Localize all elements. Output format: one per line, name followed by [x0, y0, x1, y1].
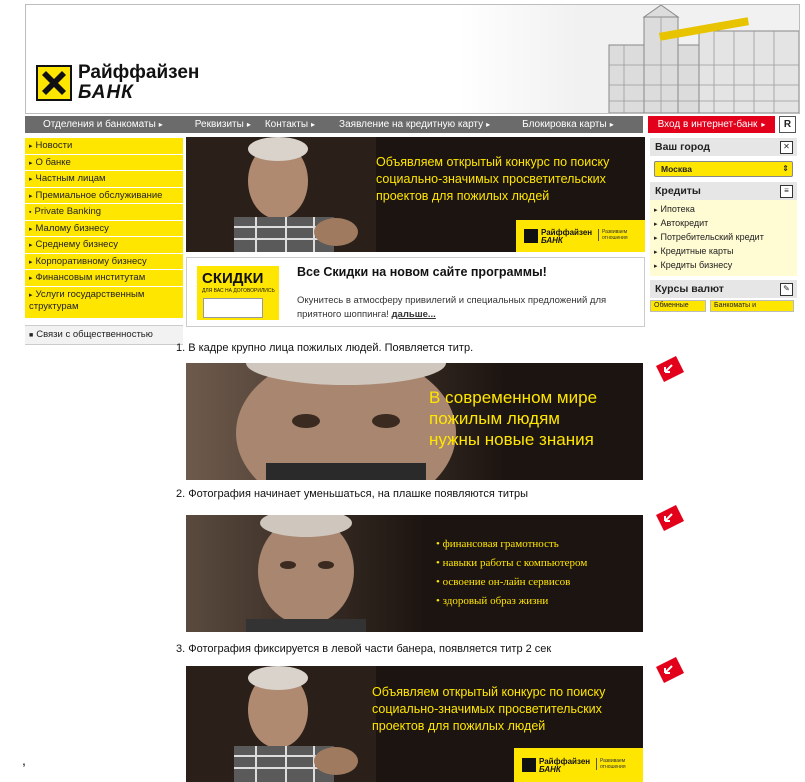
arrow-right-icon: ▸ [29, 143, 33, 150]
arrow-right-icon: ▸ [158, 120, 163, 129]
arrow-right-icon: ▸ [29, 275, 33, 282]
frame3-logo-strip: Райффайзен БАНК Развиваем отношения [514, 748, 643, 782]
document-icon[interactable]: ≡ [780, 185, 793, 198]
internet-bank-login-button[interactable]: Вход в интернет-банк ▸ [648, 116, 775, 133]
red-arrow-tag-icon [656, 505, 684, 531]
close-icon[interactable]: ✕ [780, 141, 793, 154]
nav-credit-card-application[interactable]: Заявление на кредитную карту ▸ [339, 119, 490, 130]
r-icon-button[interactable]: R [779, 116, 796, 133]
arrow-right-icon: ▸ [29, 176, 33, 183]
bank-logo[interactable]: Райффайзен БАНК [36, 59, 204, 107]
logo-x-icon [522, 758, 536, 772]
main-banner[interactable]: Объявляем открытый конкурс по поиску соц… [186, 137, 645, 252]
elderly-man-photo [186, 515, 426, 632]
credits-header: Кредиты ≡ [650, 182, 797, 200]
menu-item-private[interactable]: ▸ Частным лицам [25, 171, 183, 188]
arrow-right-icon: ▸ [29, 159, 33, 167]
arrow-right-icon: ▸ [29, 192, 33, 200]
menu-item-private-banking[interactable]: ▪ Private Banking [25, 204, 183, 221]
arrow-right-icon: ▸ [654, 263, 658, 270]
bullet-icon: ▪ [29, 209, 32, 216]
credit-auto[interactable]: ▸ Автокредит [654, 217, 793, 231]
discounts-text: Окунитесь в атмосферу привилегий и специ… [297, 295, 607, 320]
discounts-block: СКИДКИ ДЛЯ ВАС НА ДОГОВОРИЛИСЬ Все Скидк… [186, 257, 645, 327]
logo-line2: БАНК [78, 82, 134, 103]
frame3-headline: Объявляем открытый конкурс по поиску соц… [372, 685, 606, 733]
credits-list: ▸ Ипотека ▸ Автокредит ▸ Потребительский кр… [650, 200, 797, 276]
city-header: Ваш город ✕ [650, 138, 797, 156]
arrow-right-icon: ▸ [29, 242, 33, 249]
arrow-right-icon: ▸ [609, 120, 614, 129]
nav-branches[interactable]: Отделения и банкоматы ▸ [43, 119, 163, 130]
arrow-right-icon: ▸ [29, 291, 33, 299]
arrow-right-icon: ▸ [486, 120, 491, 129]
red-arrow-tag-icon [656, 657, 684, 683]
rates-header: Курсы валют ✎ [650, 280, 797, 298]
right-column: Ваш город ✕ Москва ⇕ Кредиты ≡ ▸ Ипотека ▸ Ав… [650, 138, 797, 312]
menu-item-pr[interactable]: ■ Связи с общественностью [25, 324, 183, 345]
menu-item-corporate[interactable]: ▸ Корпоративному бизнесу [25, 253, 183, 270]
storyboard-frame-1: В современном мире пожилым людям нужны нов… [186, 363, 643, 480]
arrow-right-icon: ▸ [311, 120, 316, 129]
menu-item-news[interactable]: ▸ Новости [25, 138, 183, 155]
credit-mortgage[interactable]: ▸ Ипотека [654, 203, 793, 217]
storyboard-frame-2: • финансовая грамотность • навыки работы… [186, 515, 643, 632]
red-arrow-tag-icon [656, 356, 684, 382]
arrow-right-icon: ▸ [654, 235, 658, 242]
frame1-title: В современном мире пожилым людям нужны нов… [429, 388, 598, 449]
edit-icon[interactable]: ✎ [780, 283, 793, 296]
nav-card-block[interactable]: Блокировка карты ▸ [522, 119, 614, 130]
menu-item-medium-business[interactable]: ▸ Среднему бизнесу [25, 237, 183, 254]
discounts-title: Все Скидки на новом сайте программы! [297, 265, 547, 279]
arrow-right-icon: ▸ [29, 225, 33, 233]
discounts-badge[interactable]: СКИДКИ ДЛЯ ВАС НА ДОГОВОРИЛИСЬ [197, 266, 279, 320]
logo-x-icon [524, 229, 538, 243]
credit-cards[interactable]: ▸ Кредитные карты [654, 245, 793, 259]
tab-exchange[interactable]: Обменные [650, 300, 706, 312]
menu-item-financial[interactable]: ▸ Финансовым институтам [25, 270, 183, 287]
caption-step-3: 3. Фотография фиксируется в левой части … [176, 643, 552, 655]
menu-item-government[interactable]: ▸ Услуги государственным структурам [25, 286, 183, 319]
banner-logo-strip: Райффайзен БАНК Развиваем отношения [516, 220, 645, 252]
trailing-comma: , [22, 752, 26, 768]
arrow-right-icon: ▸ [654, 221, 658, 228]
arrow-right-icon: ▸ [654, 207, 658, 214]
arrow-right-icon: ▸ [761, 120, 766, 129]
caption-step-2: 2. Фотография начинает уменьшаться, на п… [176, 488, 529, 500]
elderly-man-photo [186, 137, 376, 252]
arrow-right-icon: ▸ [29, 258, 33, 266]
credit-business[interactable]: ▸ Кредиты бизнесу [654, 259, 793, 273]
city-select[interactable]: Москва ⇕ [654, 161, 793, 177]
more-link[interactable]: дальше... [392, 309, 436, 320]
elderly-man-photo [186, 666, 376, 782]
card-icon [203, 298, 263, 318]
left-menu: ▸ Новости ▸ О банке ▸ Частным лицам ▸ Премиа… [25, 138, 183, 345]
arrow-right-icon: ▸ [246, 120, 251, 129]
bullet-icon: ■ [29, 331, 34, 339]
dropdown-arrow-icon: ⇕ [782, 164, 789, 173]
nav-contacts[interactable]: Контакты ▸ [265, 119, 315, 130]
logo-x-icon [36, 65, 72, 101]
frame2-list: • финансовая грамотность • навыки работы… [436, 538, 588, 607]
arrow-right-icon: ▸ [654, 249, 658, 256]
building-illustration [459, 5, 799, 113]
menu-item-premium[interactable]: ▸ Премиальное обслуживание [25, 187, 183, 204]
menu-item-small-business[interactable]: ▸ Малому бизнесу [25, 220, 183, 237]
top-navigation: Отделения и банкоматы ▸ Реквизиты ▸ Контак… [25, 116, 643, 133]
tab-atms[interactable]: Банкоматы и [710, 300, 794, 312]
nav-requisites[interactable]: Реквизиты ▸ [195, 119, 251, 130]
rates-tabs: Обменные Банкоматы и [650, 300, 797, 312]
logo-line1: Райффайзен [78, 62, 200, 83]
banner-headline: Объявляем открытый конкурс по поиску соц… [376, 155, 610, 203]
site-header: Райффайзен БАНК [25, 4, 800, 114]
caption-step-1: 1. В кадре крупно лица пожилых людей. По… [176, 342, 474, 354]
menu-item-about[interactable]: ▸ О банке [25, 154, 183, 171]
storyboard-frame-3: Объявляем открытый конкурс по поиску соц… [186, 666, 643, 782]
credit-consumer[interactable]: ▸ Потребительский кредит [654, 231, 793, 245]
